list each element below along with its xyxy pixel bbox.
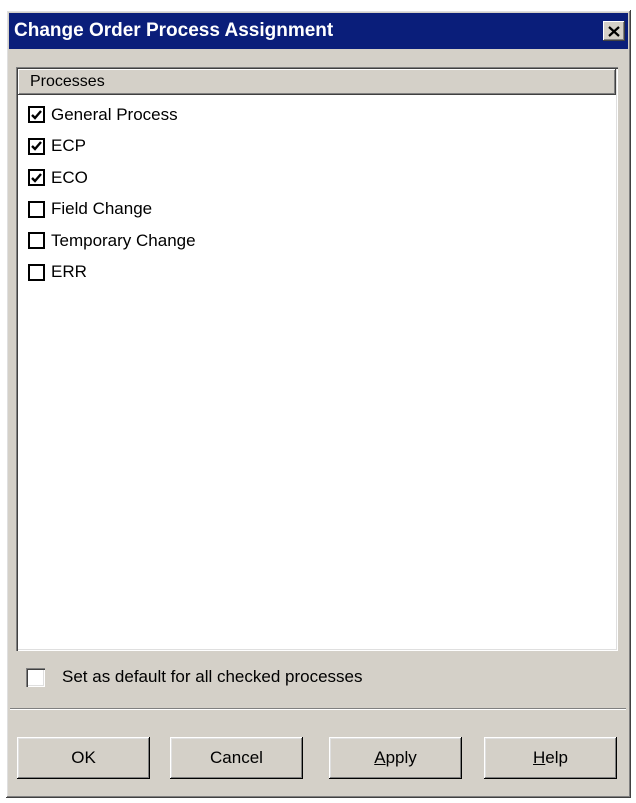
- processes-items: General Process ECP ECO Field Change Tem…: [28, 99, 614, 288]
- list-item-eco[interactable]: ECO: [28, 162, 614, 194]
- process-checkbox[interactable]: [28, 137, 45, 155]
- processes-list[interactable]: Processes General Process ECP ECO Field …: [16, 67, 618, 651]
- divider: [10, 708, 626, 710]
- process-checkbox[interactable]: [28, 232, 45, 250]
- processes-column-header[interactable]: Processes: [18, 69, 616, 95]
- set-default-option[interactable]: Set as default for all checked processes: [26, 667, 363, 687]
- dialog-title: Change Order Process Assignment: [14, 20, 334, 41]
- apply-button[interactable]: Apply: [329, 737, 462, 779]
- list-item-err[interactable]: ERR: [28, 257, 614, 289]
- process-label: ECO: [51, 167, 88, 187]
- close-button[interactable]: [603, 21, 625, 41]
- process-checkbox[interactable]: [28, 106, 45, 124]
- close-icon: [608, 25, 620, 37]
- checkmark-icon: [31, 141, 42, 152]
- checkmark-icon: [31, 172, 42, 183]
- set-default-label: Set as default for all checked processes: [62, 667, 363, 686]
- process-label: ERR: [51, 262, 87, 282]
- set-default-checkbox[interactable]: [26, 667, 45, 687]
- apply-label-rest: pply: [385, 748, 417, 767]
- help-mnemonic: H: [533, 748, 546, 767]
- help-button[interactable]: Help: [484, 737, 617, 779]
- process-checkbox[interactable]: [28, 263, 45, 281]
- cancel-button[interactable]: Cancel: [170, 737, 303, 779]
- process-label: Temporary Change: [51, 230, 196, 250]
- list-item-general-process[interactable]: General Process: [28, 99, 614, 131]
- list-item-temporary-change[interactable]: Temporary Change: [28, 225, 614, 257]
- list-item-field-change[interactable]: Field Change: [28, 194, 614, 226]
- process-label: Field Change: [51, 199, 153, 219]
- process-checkbox[interactable]: [28, 169, 45, 187]
- process-label: General Process: [51, 104, 178, 124]
- ok-button[interactable]: OK: [17, 737, 150, 779]
- list-item-ecp[interactable]: ECP: [28, 131, 614, 163]
- apply-mnemonic: A: [374, 748, 386, 767]
- checkmark-icon: [31, 109, 42, 120]
- ok-button-label: OK: [71, 748, 96, 767]
- title-bar[interactable]: Change Order Process Assignment: [9, 13, 628, 49]
- cancel-button-label: Cancel: [210, 748, 263, 767]
- process-label: ECP: [51, 136, 86, 156]
- help-button-label: Help: [533, 748, 568, 768]
- help-label-rest: elp: [545, 748, 568, 767]
- apply-button-label: Apply: [374, 748, 417, 768]
- process-checkbox[interactable]: [28, 200, 45, 218]
